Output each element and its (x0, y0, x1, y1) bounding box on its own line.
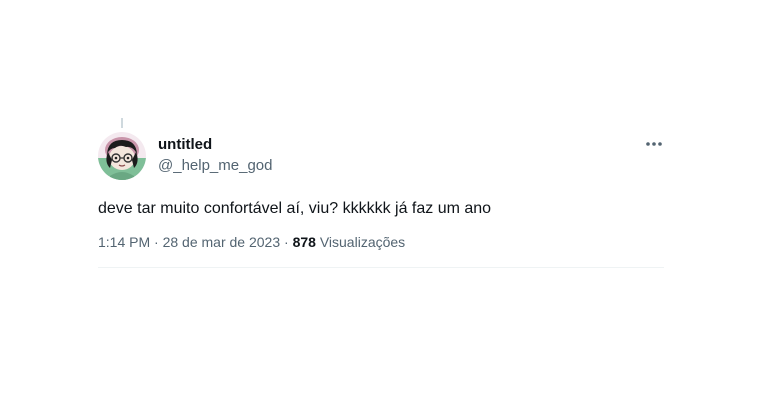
tweet-meta: 1:14 PM · 28 de mar de 2023 · 878 Visual… (98, 232, 405, 252)
display-name[interactable]: untitled (158, 136, 272, 154)
meta-separator: · (154, 234, 159, 250)
user-info: untitled @_help_me_god (158, 136, 272, 176)
user-handle[interactable]: @_help_me_god (158, 156, 272, 176)
tweet-date[interactable]: 28 de mar de 2023 (163, 234, 281, 250)
thread-connector-line (121, 118, 123, 128)
meta-separator: · (284, 234, 289, 250)
more-options-icon (646, 142, 662, 146)
avatar-cartoon-girl-icon (98, 132, 146, 180)
more-options-button[interactable] (642, 134, 666, 154)
tweet-time[interactable]: 1:14 PM (98, 234, 150, 250)
avatar[interactable] (98, 132, 146, 180)
divider (98, 267, 664, 268)
views-count: 878 (292, 234, 316, 250)
views-label: Visualizações (319, 234, 406, 250)
tweet-text: deve tar muito confortável aí, viu? kkkk… (98, 200, 492, 217)
